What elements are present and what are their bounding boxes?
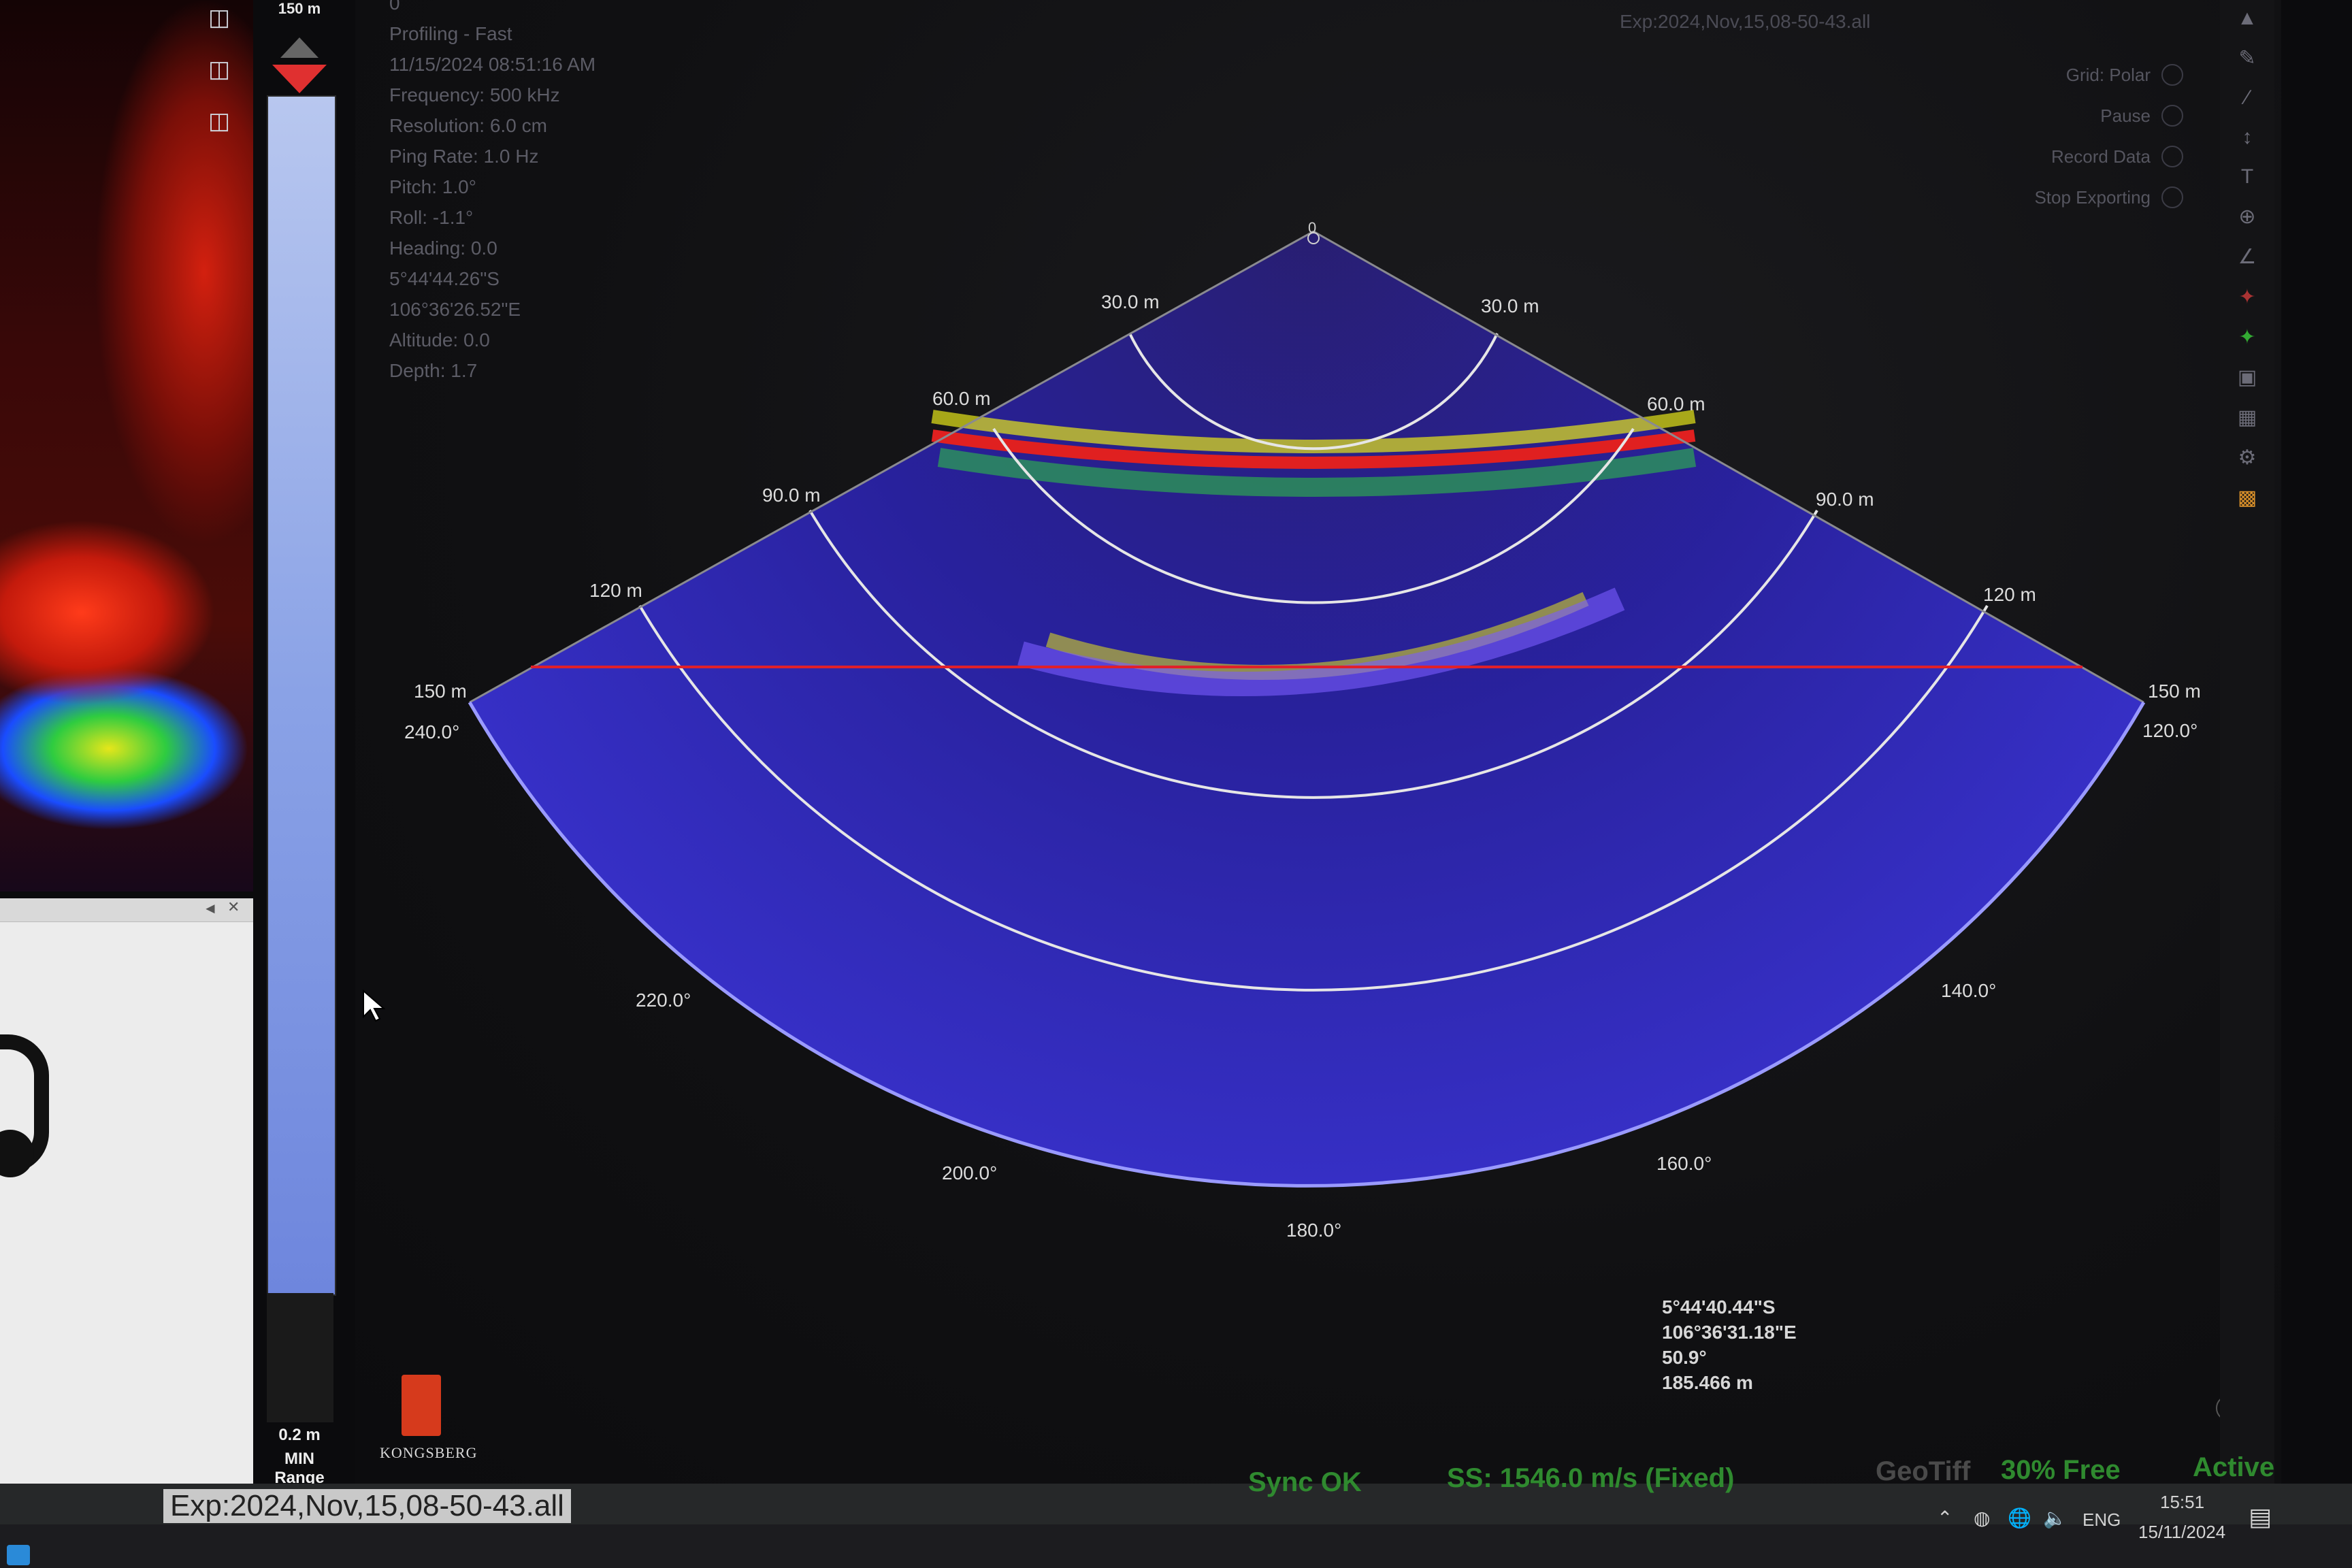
app-icon[interactable] xyxy=(7,1545,30,1565)
zoom-icon[interactable]: ⊕ xyxy=(2220,205,2274,229)
camera-icon[interactable]: ▣ xyxy=(2220,365,2274,389)
cursor-readout: 5°44'40.44"S 106°36'31.18"E 50.9° 185.46… xyxy=(1662,1294,1797,1395)
network-icon[interactable]: ◍ xyxy=(1974,1507,1990,1529)
sonar-wedge xyxy=(470,231,2144,1186)
pencil-icon[interactable]: ✎ xyxy=(2220,46,2274,70)
marker-green-icon[interactable]: ✦ xyxy=(2220,325,2274,349)
range-label-90-right: 90.0 m xyxy=(1816,489,1874,510)
range-label-120-left: 120 m xyxy=(589,580,642,601)
angle-label-160: 160.0° xyxy=(1656,1153,1712,1174)
apex-label: 0 xyxy=(1308,219,1317,236)
angle-tool-icon[interactable]: ∠ xyxy=(2220,245,2274,269)
globe-icon[interactable]: 🌐 xyxy=(2008,1507,2031,1529)
right-toolbar: ▲ ✎ ∕ ↕ T ⊕ ∠ ✦ ✦ ▣ ▦ ⚙ ▩ xyxy=(2220,0,2274,1484)
range-label-30-right: 30.0 m xyxy=(1481,295,1539,316)
angle-label-140: 140.0° xyxy=(1941,980,1997,1001)
tray-chevron-icon[interactable]: ⌃ xyxy=(1937,1507,1953,1529)
mouse-pointer-icon xyxy=(363,990,385,1022)
clock-time[interactable]: 15:51 xyxy=(2160,1492,2204,1513)
range-label-30-left: 30.0 m xyxy=(1101,291,1160,312)
angle-label-240: 240.0° xyxy=(404,721,460,742)
status-geotiff: GeoTiff xyxy=(1876,1456,1971,1486)
status-state: Active xyxy=(2193,1452,2275,1482)
kongsberg-logo-icon xyxy=(402,1375,441,1436)
settings-icon[interactable]: ⚙ xyxy=(2220,446,2274,470)
range-label-90-left: 90.0 m xyxy=(762,485,821,506)
language-indicator[interactable]: ENG xyxy=(2082,1509,2121,1531)
arrow-up-icon[interactable]: ▲ xyxy=(2220,7,2274,30)
range-label-150-left: 150 m xyxy=(414,681,467,702)
brand-name: KONGSBERG xyxy=(380,1444,478,1461)
status-disk: 30% Free xyxy=(2001,1455,2121,1485)
export-tool-icon[interactable]: ▩ xyxy=(2220,486,2274,510)
range-label-60-right: 60.0 m xyxy=(1647,393,1705,414)
cursor-lon: 106°36'31.18"E xyxy=(1662,1322,1797,1343)
status-file: Exp:2024,Nov,15,08-50-43.all xyxy=(163,1489,571,1523)
cursor-lat: 5°44'40.44"S xyxy=(1662,1296,1776,1318)
range-label-120-right: 120 m xyxy=(1983,584,2036,605)
cursor-angle: 50.9° xyxy=(1662,1347,1707,1368)
layers-tool-icon[interactable]: ▦ xyxy=(2220,406,2274,429)
measure-icon[interactable]: ↕ xyxy=(2220,126,2274,149)
sonar-fan[interactable] xyxy=(0,0,2352,1568)
status-sound-speed: SS: 1546.0 m/s (Fixed) xyxy=(1447,1463,1735,1493)
marker-red-icon[interactable]: ✦ xyxy=(2220,285,2274,309)
line-tool-icon[interactable]: ∕ xyxy=(2220,86,2274,110)
volume-icon[interactable]: 🔈 xyxy=(2043,1507,2067,1529)
cursor-range: 185.466 m xyxy=(1662,1372,1753,1393)
angle-label-120: 120.0° xyxy=(2142,720,2198,741)
angle-label-200: 200.0° xyxy=(942,1162,998,1183)
angle-label-180: 180.0° xyxy=(1286,1220,1342,1241)
taskbar xyxy=(0,1524,2352,1568)
status-sync: Sync OK xyxy=(1248,1467,1362,1497)
angle-label-220: 220.0° xyxy=(636,990,691,1011)
clock-date[interactable]: 15/11/2024 xyxy=(2138,1522,2225,1543)
range-label-150-right: 150 m xyxy=(2148,681,2201,702)
range-label-60-left: 60.0 m xyxy=(932,388,991,409)
notifications-icon[interactable]: ▤ xyxy=(2249,1503,2272,1531)
text-tool-icon[interactable]: T xyxy=(2220,165,2274,189)
